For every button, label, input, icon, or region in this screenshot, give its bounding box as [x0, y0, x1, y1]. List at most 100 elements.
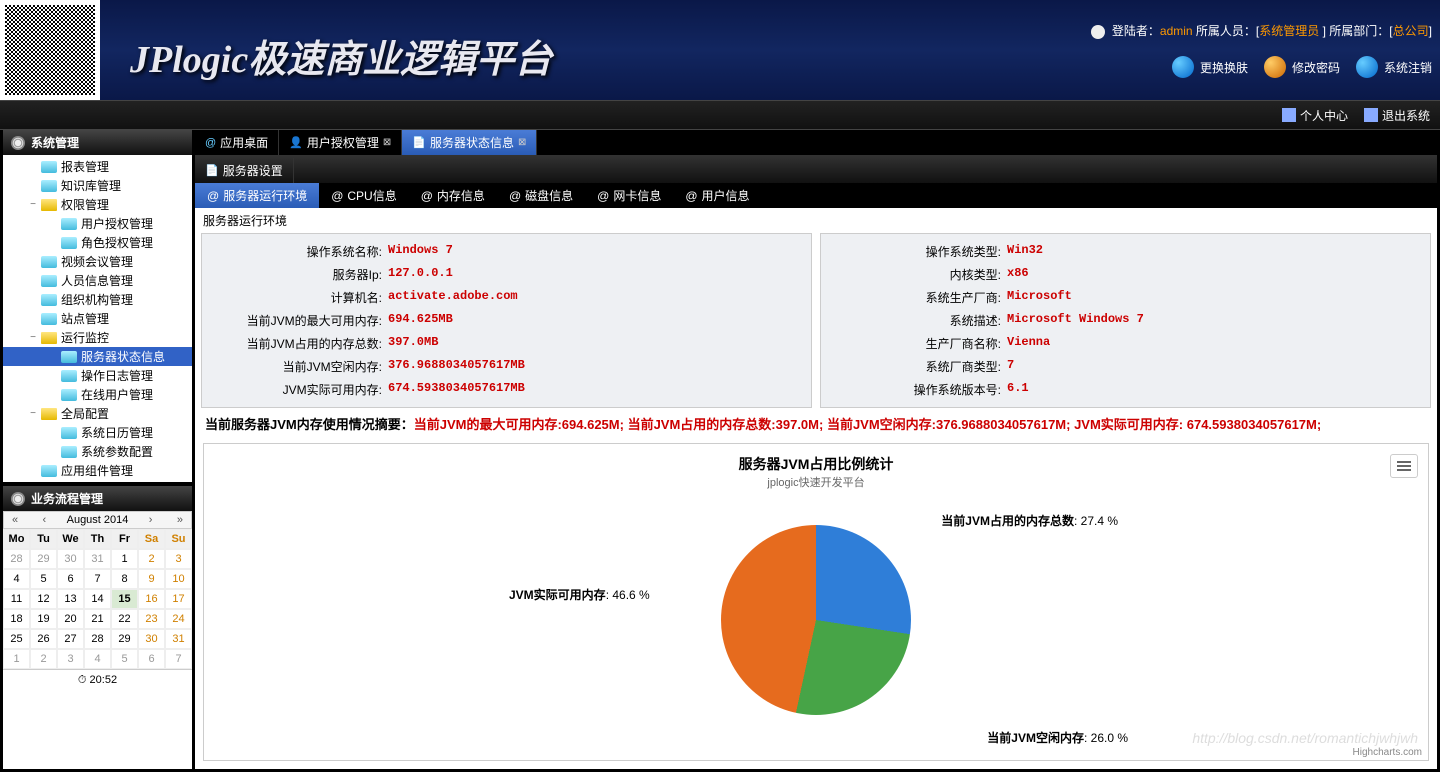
tab[interactable]: @网卡信息: [585, 183, 673, 208]
sidebar-item[interactable]: 站点管理: [3, 309, 192, 328]
sidebar: 系统管理 报表管理知识库管理−权限管理用户授权管理角色授权管理视频会议管理人员信…: [0, 130, 195, 772]
cal-day[interactable]: 5: [111, 649, 138, 669]
calendar-widget: « ‹ August 2014 › » MoTuWeThFrSaSu282930…: [3, 511, 192, 691]
cal-day[interactable]: 19: [30, 609, 57, 629]
cal-prev-year[interactable]: «: [8, 514, 22, 526]
sidebar-header-workflow[interactable]: 业务流程管理: [3, 486, 192, 511]
expand-icon: −: [27, 408, 39, 420]
cal-day[interactable]: 27: [57, 629, 84, 649]
skin-icon: [1172, 56, 1194, 78]
sidebar-item[interactable]: 知识库管理: [3, 176, 192, 195]
cal-day[interactable]: 29: [30, 549, 57, 569]
chart-menu-button[interactable]: [1390, 454, 1418, 478]
tab[interactable]: @内存信息: [409, 183, 497, 208]
cal-day[interactable]: 4: [84, 649, 111, 669]
info-row: 当前JVM空闲内存:376.9688034057617MB: [212, 355, 801, 378]
sidebar-item[interactable]: 角色授权管理: [3, 233, 192, 252]
cal-day[interactable]: 16: [138, 589, 165, 609]
personal-center-link[interactable]: 个人中心: [1282, 107, 1348, 124]
sidebar-item[interactable]: 在线用户管理: [3, 385, 192, 404]
pie-graphic[interactable]: [721, 525, 911, 715]
change-password-button[interactable]: 修改密码: [1264, 56, 1340, 78]
note-icon: [1282, 108, 1296, 122]
sidebar-header-system[interactable]: 系统管理: [3, 130, 192, 155]
cal-day[interactable]: 14: [84, 589, 111, 609]
sidebar-item[interactable]: 报表管理: [3, 157, 192, 176]
cal-day[interactable]: 21: [84, 609, 111, 629]
cal-day[interactable]: 3: [165, 549, 192, 569]
cal-day[interactable]: 9: [138, 569, 165, 589]
change-skin-button[interactable]: 更换换肤: [1172, 56, 1248, 78]
at-icon: @: [509, 189, 521, 203]
cal-day[interactable]: 10: [165, 569, 192, 589]
tab[interactable]: 📄服务器设置: [195, 158, 294, 183]
sidebar-item[interactable]: −运行监控: [3, 328, 192, 347]
tab[interactable]: @应用桌面: [195, 130, 279, 155]
cal-day[interactable]: 7: [165, 649, 192, 669]
sidebar-item[interactable]: −权限管理: [3, 195, 192, 214]
cal-day[interactable]: 26: [30, 629, 57, 649]
cal-day[interactable]: 23: [138, 609, 165, 629]
cal-day[interactable]: 4: [3, 569, 30, 589]
document-icon: [61, 427, 77, 439]
tab[interactable]: @服务器运行环境: [195, 183, 319, 208]
cal-day[interactable]: 28: [84, 629, 111, 649]
sidebar-item[interactable]: 系统参数配置: [3, 442, 192, 461]
cal-day[interactable]: 22: [111, 609, 138, 629]
cal-next-year[interactable]: »: [173, 514, 187, 526]
cal-day[interactable]: 7: [84, 569, 111, 589]
sidebar-item[interactable]: 系统日历管理: [3, 423, 192, 442]
cal-day[interactable]: 31: [84, 549, 111, 569]
sidebar-item[interactable]: 视频会议管理: [3, 252, 192, 271]
sidebar-item[interactable]: 服务器状态信息: [3, 347, 192, 366]
close-icon[interactable]: ⊠: [518, 137, 526, 148]
expand-icon: [27, 313, 39, 325]
cal-day[interactable]: 12: [30, 589, 57, 609]
cal-prev-month[interactable]: ‹: [39, 514, 51, 526]
tab[interactable]: @磁盘信息: [497, 183, 585, 208]
cal-day[interactable]: 6: [57, 569, 84, 589]
close-icon[interactable]: ⊠: [383, 137, 391, 148]
cal-day[interactable]: 13: [57, 589, 84, 609]
cal-day[interactable]: 2: [138, 549, 165, 569]
cal-day[interactable]: 18: [3, 609, 30, 629]
tab[interactable]: 📄服务器状态信息⊠: [402, 130, 537, 155]
cal-day[interactable]: 11: [3, 589, 30, 609]
cal-day[interactable]: 1: [111, 549, 138, 569]
cal-next-month[interactable]: ›: [145, 514, 157, 526]
sidebar-item[interactable]: −全局配置: [3, 404, 192, 423]
expand-icon: [47, 351, 59, 363]
document-icon: [41, 161, 57, 173]
tab[interactable]: @CPU信息: [319, 183, 409, 208]
sidebar-item[interactable]: 应用组件管理: [3, 461, 192, 480]
cal-day[interactable]: 31: [165, 629, 192, 649]
sidebar-item[interactable]: 组织机构管理: [3, 290, 192, 309]
cal-day[interactable]: 6: [138, 649, 165, 669]
cal-day[interactable]: 15: [111, 589, 138, 609]
system-logout-button[interactable]: 系统注销: [1356, 56, 1432, 78]
cal-day[interactable]: 2: [30, 649, 57, 669]
cal-day[interactable]: 24: [165, 609, 192, 629]
cal-day[interactable]: 17: [165, 589, 192, 609]
info-row: 内核类型:x86: [831, 263, 1420, 286]
info-box-right: 操作系统类型:Win32内核类型:x86系统生产厂商:Microsoft系统描述…: [820, 233, 1431, 408]
cal-day[interactable]: 8: [111, 569, 138, 589]
cal-day[interactable]: 20: [57, 609, 84, 629]
cal-day[interactable]: 28: [3, 549, 30, 569]
cal-day[interactable]: 30: [57, 549, 84, 569]
app-header: JPlogic极速商业逻辑平台 登陆者：admin 所属人员：[系统管理员 ] …: [0, 0, 1440, 100]
tab[interactable]: 👤用户授权管理⊠: [279, 130, 402, 155]
cal-day[interactable]: 29: [111, 629, 138, 649]
sidebar-item[interactable]: 操作日志管理: [3, 366, 192, 385]
sidebar-item[interactable]: 用户授权管理: [3, 214, 192, 233]
cal-header: Su: [165, 529, 192, 549]
cal-day[interactable]: 5: [30, 569, 57, 589]
exit-system-link[interactable]: 退出系统: [1364, 107, 1430, 124]
cal-day[interactable]: 3: [57, 649, 84, 669]
chart-credit[interactable]: Highcharts.com: [1353, 747, 1422, 758]
tab[interactable]: @用户信息: [673, 183, 761, 208]
cal-day[interactable]: 30: [138, 629, 165, 649]
cal-day[interactable]: 25: [3, 629, 30, 649]
sidebar-item[interactable]: 人员信息管理: [3, 271, 192, 290]
cal-day[interactable]: 1: [3, 649, 30, 669]
